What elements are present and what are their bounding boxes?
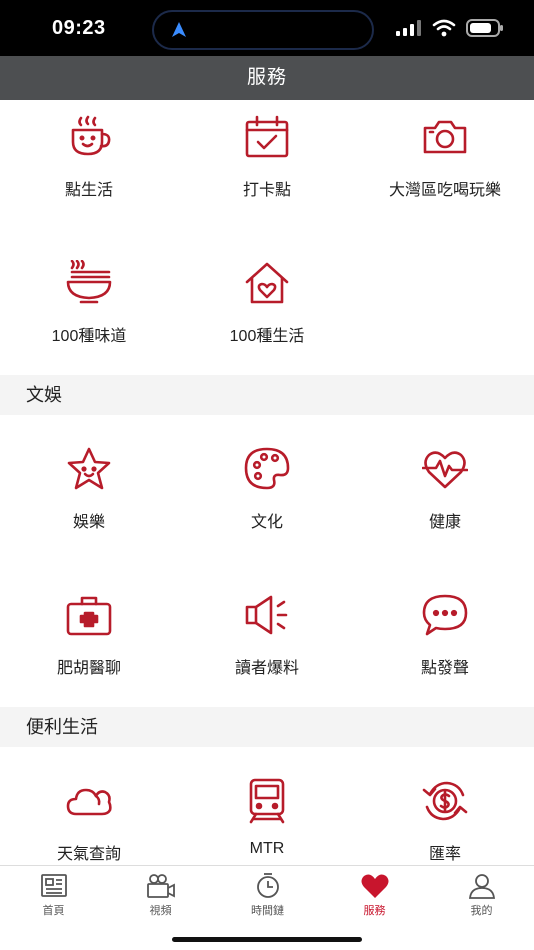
video-camera-icon <box>146 874 175 898</box>
service-item-label: 讀者爆料 <box>234 660 299 677</box>
heart-icon <box>361 874 388 898</box>
nav-bar: 服務 <box>0 56 534 100</box>
navigation-arrow-icon <box>172 22 186 37</box>
service-item-label: MTR <box>249 840 285 857</box>
tab-label: 首頁 <box>42 905 65 917</box>
user-icon <box>468 874 495 899</box>
house-heart-icon <box>245 262 289 304</box>
service-item-100-tastes[interactable]: 100種味道 <box>0 252 178 362</box>
status-icons <box>396 19 504 37</box>
cloud-icon <box>66 788 112 816</box>
status-time: 09:23 <box>52 17 106 39</box>
service-item-label: 天氣查詢 <box>56 846 121 863</box>
section-header-entertainment: 文娛 <box>0 375 534 415</box>
section-title: 便利生活 <box>26 717 98 737</box>
currency-exchange-icon <box>422 781 468 821</box>
service-row: 天氣查詢 MTR 匯率 <box>0 770 534 865</box>
noodle-bowl-icon <box>66 259 112 304</box>
service-content: 點生活 打卡點 大灣區吃喝玩樂 100種味道 100種生活 文娛 娛樂 文化 健… <box>0 100 534 865</box>
tab-services[interactable]: 服務 <box>321 872 428 918</box>
newspaper-icon <box>40 874 67 897</box>
tab-label: 我的 <box>470 905 493 917</box>
service-item-speak-up[interactable]: 點發聲 <box>356 584 534 694</box>
megaphone-icon <box>245 595 288 635</box>
service-item-exchange-rate[interactable]: 匯率 <box>356 770 534 865</box>
tab-home[interactable]: 首頁 <box>0 872 107 918</box>
service-item-label: 肥胡醫聊 <box>56 660 121 677</box>
tab-timeline[interactable]: 時間鏈 <box>214 872 321 918</box>
medical-kit-icon <box>66 596 112 636</box>
section-title: 文娛 <box>26 385 62 405</box>
clock-icon <box>256 873 279 898</box>
star-face-icon <box>67 447 111 490</box>
home-indicator[interactable] <box>172 937 362 942</box>
service-item-check-in[interactable]: 打卡點 <box>178 106 356 216</box>
service-item-label: 100種生活 <box>229 328 305 345</box>
service-item-health[interactable]: 健康 <box>356 438 534 548</box>
service-item-label: 打卡點 <box>242 182 291 199</box>
service-item-label: 大灣區吃喝玩樂 <box>388 182 501 199</box>
palette-icon <box>244 447 290 490</box>
service-item-culture[interactable]: 文化 <box>178 438 356 548</box>
tab-video[interactable]: 視頻 <box>107 872 214 918</box>
service-item-label: 點發聲 <box>420 660 469 677</box>
service-row: 點生活 打卡點 大灣區吃喝玩樂 <box>0 106 534 252</box>
service-item-entertainment[interactable]: 娛樂 <box>0 438 178 548</box>
dynamic-island <box>152 10 374 50</box>
heartbeat-icon <box>421 451 469 489</box>
tab-profile[interactable]: 我的 <box>428 872 534 918</box>
service-item-doctor-chat[interactable]: 肥胡醫聊 <box>0 584 178 694</box>
service-row: 娛樂 文化 健康 <box>0 438 534 584</box>
page-title: 服務 <box>246 67 287 88</box>
service-item-label: 匯率 <box>428 846 461 863</box>
tab-label: 服務 <box>363 905 386 917</box>
coffee-cup-icon <box>71 115 111 156</box>
service-item-label: 文化 <box>250 514 283 531</box>
service-item-100-lives[interactable]: 100種生活 <box>178 252 356 362</box>
service-item-label: 點生活 <box>64 182 113 199</box>
service-item-dian-life[interactable]: 點生活 <box>0 106 178 216</box>
tab-label: 時間鏈 <box>251 905 284 917</box>
service-item-mtr[interactable]: MTR <box>178 770 356 865</box>
service-item-label: 娛樂 <box>72 514 105 531</box>
battery-icon <box>466 19 503 37</box>
service-item-label: 健康 <box>428 514 461 531</box>
service-item-reader-tips[interactable]: 讀者爆料 <box>178 584 356 694</box>
status-bar: 09:23 <box>0 0 534 56</box>
wifi-icon <box>432 19 456 37</box>
service-item-gba-fun[interactable]: 大灣區吃喝玩樂 <box>356 106 534 216</box>
camera-icon <box>423 120 467 154</box>
calendar-check-icon <box>245 115 289 158</box>
tab-label: 視頻 <box>149 905 172 917</box>
train-icon <box>249 778 285 824</box>
chat-bubble-icon <box>422 594 468 636</box>
section-header-convenience: 便利生活 <box>0 707 534 747</box>
service-item-weather[interactable]: 天氣查詢 <box>0 770 178 865</box>
service-item-label: 100種味道 <box>51 328 127 345</box>
signal-icon <box>396 20 421 36</box>
